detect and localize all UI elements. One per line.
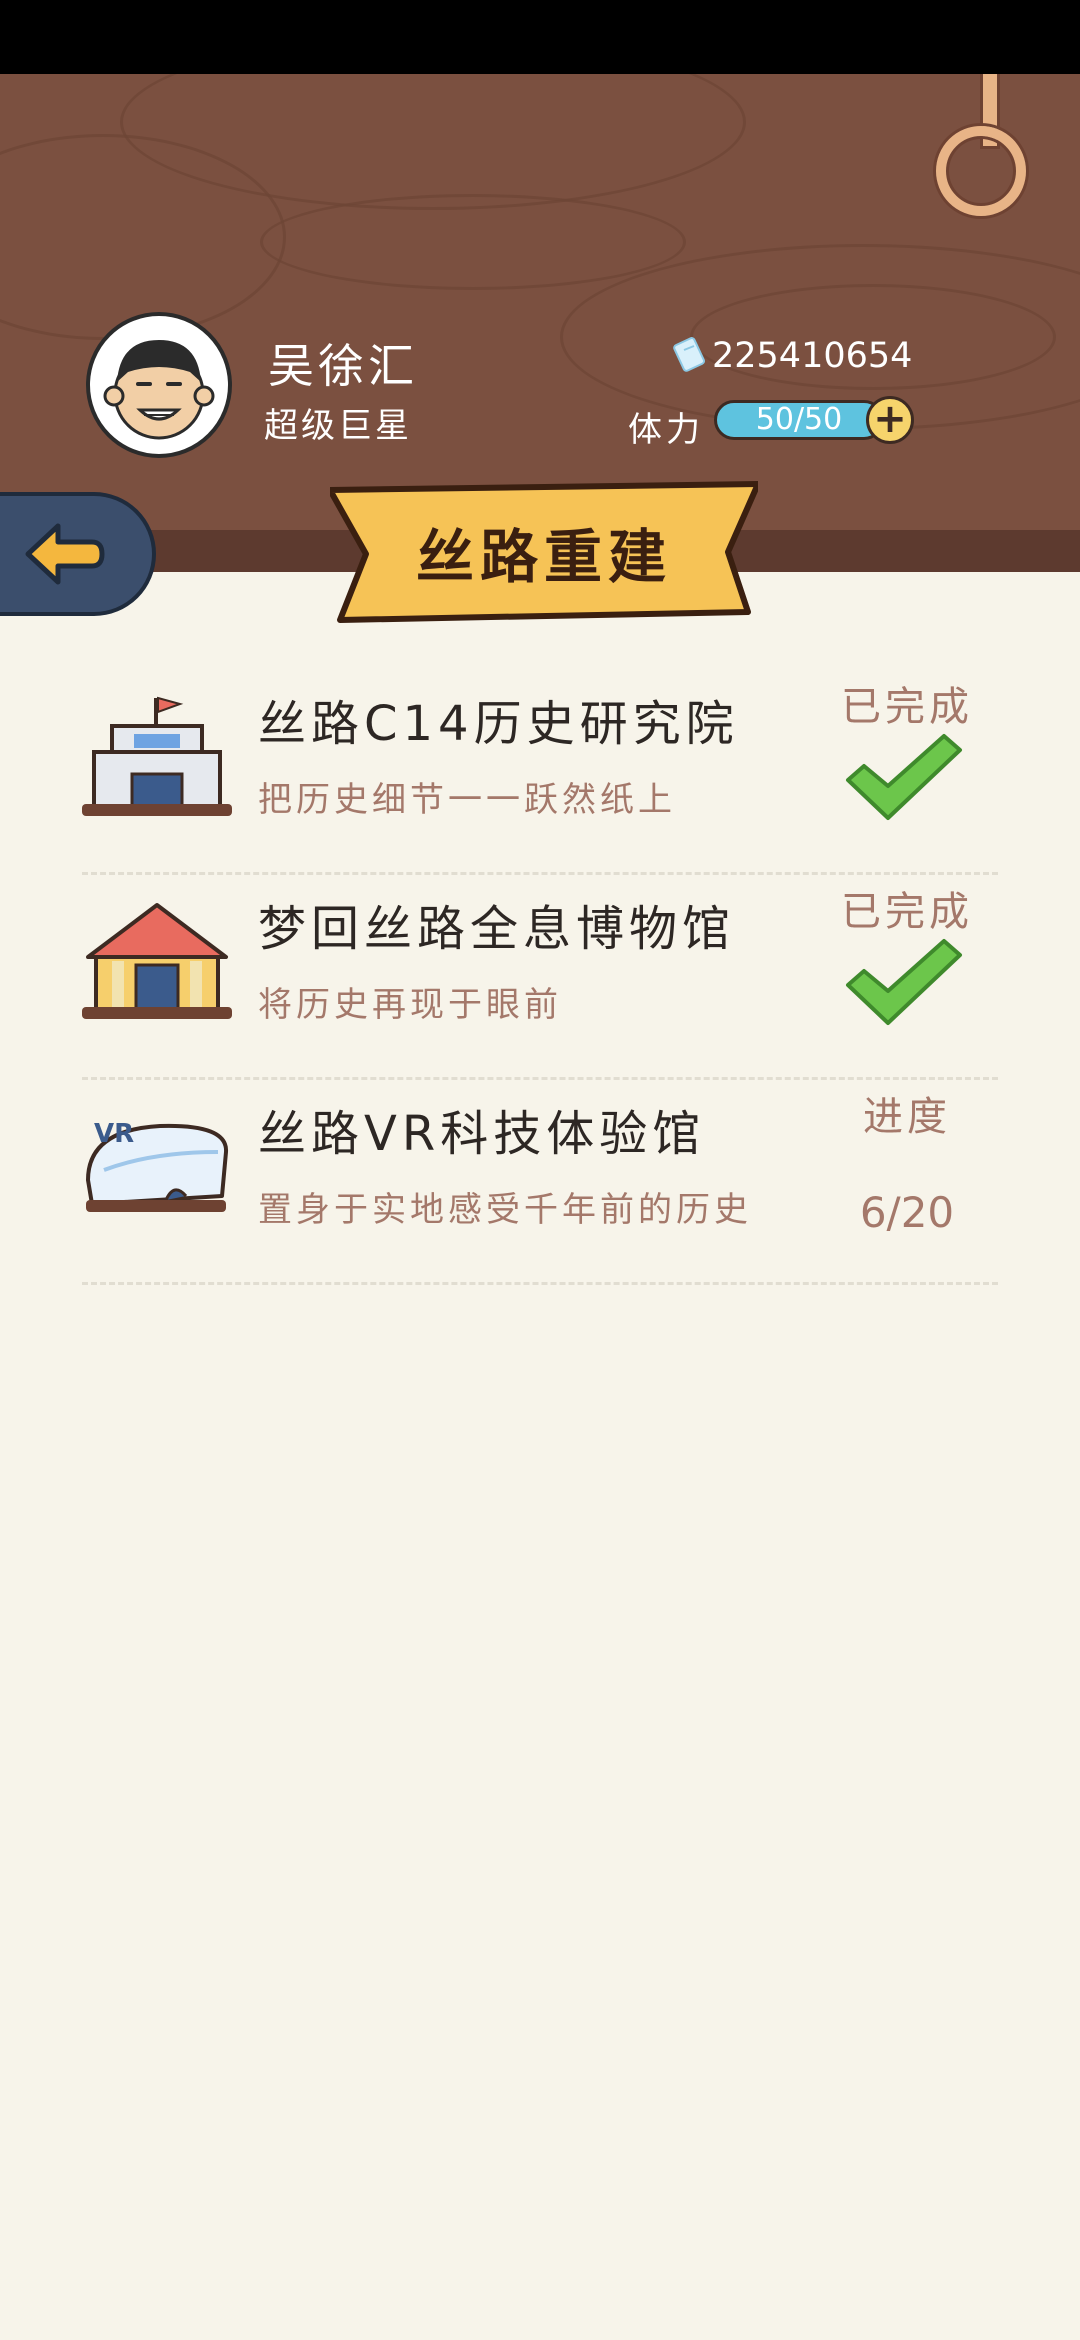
- item-status: 已完成: [841, 889, 973, 935]
- player-title: 超级巨星: [264, 406, 412, 446]
- item-desc: 将历史再现于眼前: [258, 985, 562, 1025]
- list-item[interactable]: VR 丝路VR科技体验馆 置身于实地感受千年前的历史 进度 6/20: [82, 1080, 998, 1285]
- stamina-label: 体力: [628, 410, 704, 450]
- add-stamina-button[interactable]: +: [866, 396, 914, 444]
- museum-icon: [82, 903, 232, 1019]
- check-icon: [846, 939, 962, 1025]
- item-status: 已完成: [841, 684, 973, 730]
- item-title: 梦回丝路全息博物馆: [258, 901, 736, 957]
- vr-hall-icon: VR: [86, 1119, 229, 1212]
- list-item[interactable]: 梦回丝路全息博物馆 将历史再现于眼前 已完成: [82, 875, 998, 1080]
- status-bar: [0, 0, 1080, 74]
- research-institute-icon: [82, 696, 232, 816]
- stamina-value: 50/50: [755, 402, 843, 437]
- player-face-icon: [103, 340, 215, 440]
- row-divider: [82, 1282, 998, 1285]
- back-button[interactable]: [0, 492, 156, 616]
- player-name: 吴徐汇: [268, 339, 418, 393]
- coin-count: 225410654: [712, 336, 913, 376]
- item-title: 丝路C14历史研究院: [258, 696, 739, 752]
- check-icon: [846, 734, 962, 820]
- item-title: 丝路VR科技体验馆: [258, 1106, 706, 1162]
- page-title: 丝路重建: [415, 523, 672, 591]
- list-item[interactable]: 丝路C14历史研究院 把历史细节一一跃然纸上 已完成: [82, 670, 998, 875]
- item-status: 进度: [863, 1094, 951, 1140]
- back-arrow-icon: [25, 523, 105, 585]
- ticket-icon: [673, 337, 705, 372]
- svg-text:VR: VR: [94, 1119, 134, 1149]
- ring-icon[interactable]: [936, 126, 1026, 216]
- avatar[interactable]: [86, 312, 232, 458]
- item-desc: 置身于实地感受千年前的历史: [258, 1190, 752, 1230]
- item-desc: 把历史细节一一跃然纸上: [258, 780, 676, 820]
- item-progress: 6/20: [859, 1188, 955, 1237]
